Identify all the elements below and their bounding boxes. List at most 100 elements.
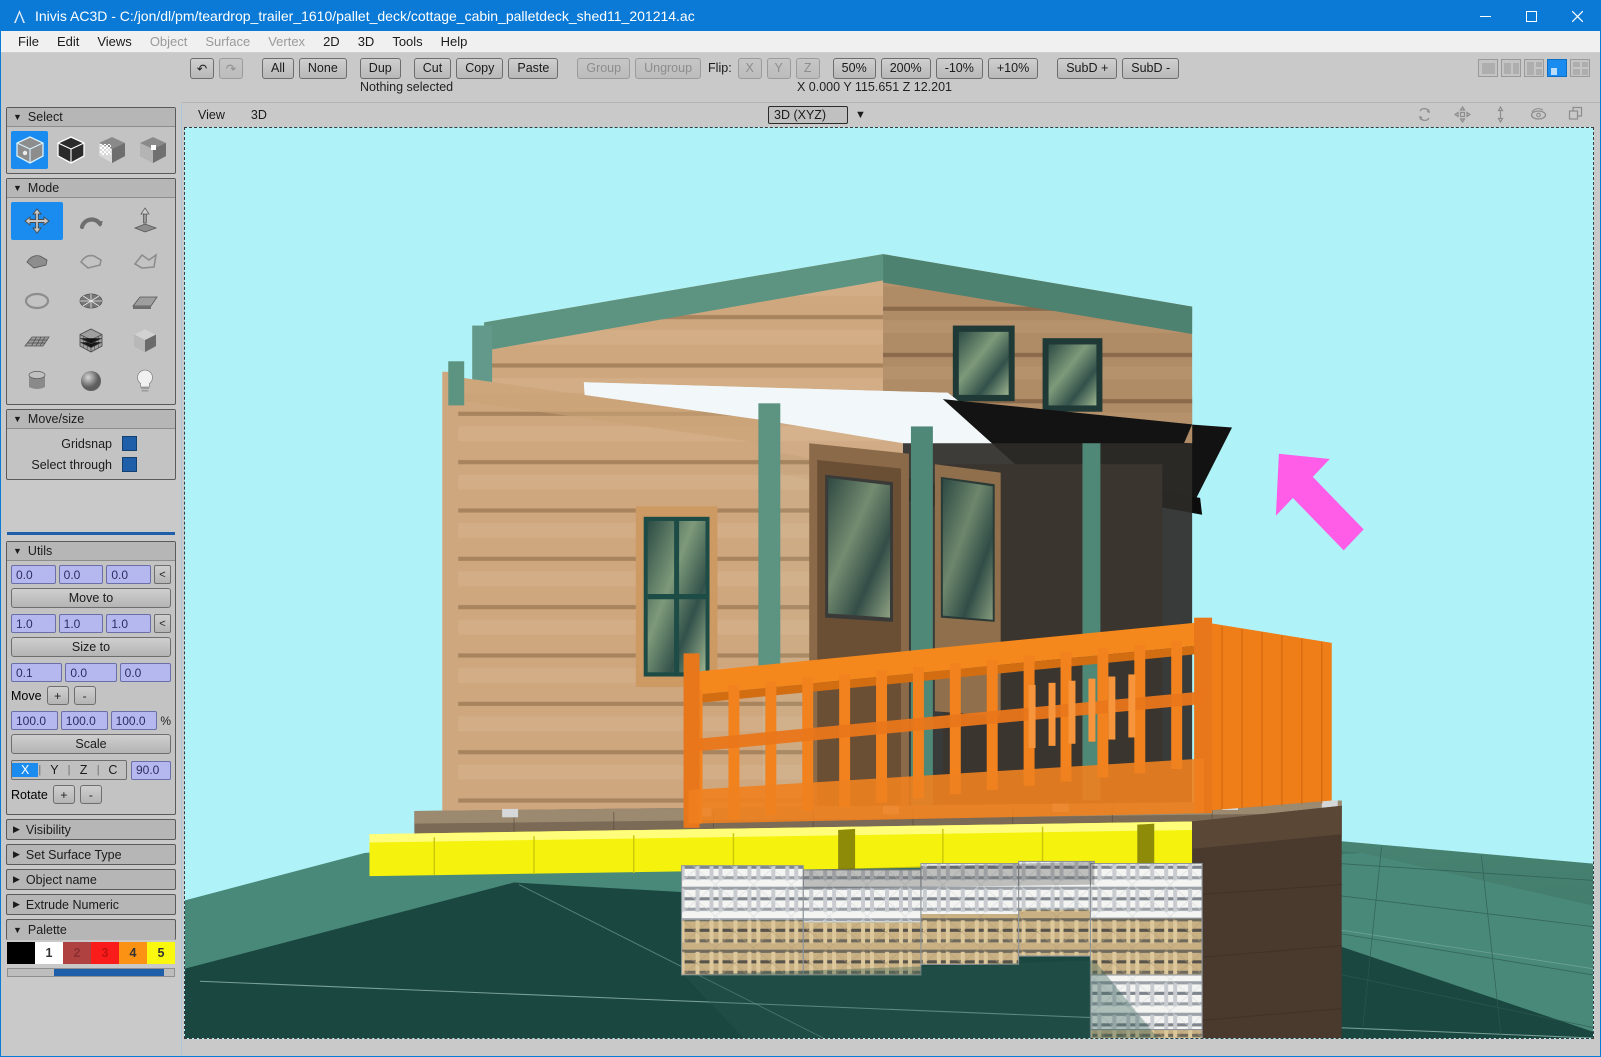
layout-split-vertical-button[interactable]	[1501, 59, 1521, 77]
layout-quad-button[interactable]	[1570, 59, 1590, 77]
menu-tools[interactable]: Tools	[383, 32, 431, 51]
duplicate-button[interactable]: Dup	[360, 58, 401, 79]
size-to-button[interactable]: Size to	[11, 637, 171, 657]
size-to-z-field[interactable]: 1.0	[106, 614, 151, 633]
zoom-plus-10-button[interactable]: +10%	[988, 58, 1038, 79]
rotate-angle-field[interactable]: 90.0	[131, 761, 171, 780]
scale-button[interactable]: Scale	[11, 734, 171, 754]
move-tool-icon[interactable]	[11, 202, 63, 240]
cut-button[interactable]: Cut	[414, 58, 451, 79]
mode-panel-header[interactable]: ▼ Mode	[7, 179, 175, 198]
extrude-tool-icon[interactable]	[119, 202, 171, 240]
zoom-50-button[interactable]: 50%	[833, 58, 876, 79]
polyline-tool-icon[interactable]	[119, 242, 171, 280]
palette-scrollbar-thumb[interactable]	[54, 969, 164, 976]
scale-y-field[interactable]: 100.0	[61, 711, 108, 730]
menu-edit[interactable]: Edit	[48, 32, 88, 51]
select-none-button[interactable]: None	[299, 58, 347, 79]
menu-3d[interactable]: 3D	[349, 32, 384, 51]
viewport-3d-canvas[interactable]	[184, 127, 1594, 1039]
subdivide-cube-icon[interactable]	[65, 322, 117, 360]
utils-panel-header[interactable]: ▼ Utils	[7, 542, 175, 561]
visibility-panel-header[interactable]: ▶ Visibility	[6, 819, 176, 840]
size-to-x-field[interactable]: 1.0	[11, 614, 56, 633]
rotate-axis-c[interactable]: C	[100, 763, 126, 777]
select-surface-icon[interactable]	[52, 131, 89, 169]
move-to-pick-button[interactable]: <	[154, 565, 171, 584]
move-delta-y-field[interactable]: 0.0	[65, 663, 116, 682]
zoom-minus-10-button[interactable]: -10%	[936, 58, 983, 79]
select-through-checkbox[interactable]	[122, 457, 137, 472]
move-to-button[interactable]: Move to	[11, 588, 171, 608]
disc-tool-icon[interactable]	[65, 282, 117, 320]
move-minus-button[interactable]: -	[74, 686, 96, 705]
rotate-minus-button[interactable]: -	[80, 785, 102, 804]
orbit-icon[interactable]	[1415, 105, 1434, 124]
palette-swatch-3[interactable]: 3	[91, 942, 119, 964]
rotate-axis-z[interactable]: Z	[70, 763, 96, 777]
minimize-button[interactable]	[1462, 1, 1508, 31]
scale-z-field[interactable]: 100.0	[111, 711, 158, 730]
move-plus-button[interactable]: +	[47, 686, 69, 705]
surface-bend-icon[interactable]	[11, 242, 63, 280]
move-to-z-field[interactable]: 0.0	[106, 565, 151, 584]
set-surface-type-panel-header[interactable]: ▶ Set Surface Type	[6, 844, 176, 865]
select-object-icon[interactable]	[11, 131, 48, 169]
menu-help[interactable]: Help	[432, 32, 477, 51]
cylinder-tool-icon[interactable]	[11, 362, 63, 400]
undo-button[interactable]: ↶	[190, 58, 214, 79]
light-tool-icon[interactable]	[119, 362, 171, 400]
select-all-button[interactable]: All	[262, 58, 294, 79]
eye-visibility-icon[interactable]	[1529, 105, 1548, 124]
select-panel-header[interactable]: ▼ Select	[7, 108, 175, 127]
menu-2d[interactable]: 2D	[314, 32, 349, 51]
viewport-menu-3d[interactable]: 3D	[237, 108, 279, 122]
select-group-icon[interactable]	[134, 131, 171, 169]
maximize-viewport-icon[interactable]	[1567, 105, 1586, 124]
rotate-plus-button[interactable]: +	[53, 785, 75, 804]
palette-scrollbar[interactable]	[7, 968, 175, 977]
subd-plus-button[interactable]: SubD +	[1057, 58, 1117, 79]
palette-swatch-5[interactable]: 5	[147, 942, 175, 964]
paste-button[interactable]: Paste	[508, 58, 558, 79]
scale-x-field[interactable]: 100.0	[11, 711, 58, 730]
palette-swatch-4[interactable]: 4	[119, 942, 147, 964]
circle-tool-icon[interactable]	[11, 282, 63, 320]
rotate-tool-icon[interactable]	[65, 202, 117, 240]
zoom-icon[interactable]	[1491, 105, 1510, 124]
move-delta-x-field[interactable]: 0.1	[11, 663, 62, 682]
palette-panel-header[interactable]: ▼ Palette	[6, 919, 176, 940]
close-button[interactable]	[1554, 1, 1600, 31]
object-name-panel-header[interactable]: ▶ Object name	[6, 869, 176, 890]
move-delta-z-field[interactable]: 0.0	[120, 663, 171, 682]
rotate-axis-selector[interactable]: X | Y | Z | C	[11, 760, 127, 780]
plane-tool-icon[interactable]	[119, 282, 171, 320]
maximize-button[interactable]	[1508, 1, 1554, 31]
scene-render[interactable]	[185, 128, 1593, 1038]
subd-minus-button[interactable]: SubD -	[1122, 58, 1179, 79]
rotate-axis-y[interactable]: Y	[41, 763, 67, 777]
palette-swatch-0[interactable]	[7, 942, 35, 964]
layout-main-corner-button[interactable]	[1547, 59, 1567, 77]
chevron-down-icon[interactable]: ▼	[855, 109, 866, 121]
viewport-menu-view[interactable]: View	[184, 108, 237, 122]
select-vertex-icon[interactable]	[93, 131, 130, 169]
layout-three-pane-button[interactable]	[1524, 59, 1544, 77]
cube-tool-icon[interactable]	[119, 322, 171, 360]
copy-button[interactable]: Copy	[456, 58, 503, 79]
pan-icon[interactable]	[1453, 105, 1472, 124]
size-to-pick-button[interactable]: <	[154, 614, 171, 633]
move-to-y-field[interactable]: 0.0	[59, 565, 104, 584]
palette-swatch-1[interactable]: 1	[35, 942, 63, 964]
projection-selector[interactable]: 3D (XYZ) ▼	[768, 106, 866, 124]
zoom-200-button[interactable]: 200%	[881, 58, 931, 79]
gridsnap-checkbox[interactable]	[122, 436, 137, 451]
rotate-axis-x[interactable]: X	[12, 763, 38, 777]
grid-tool-icon[interactable]	[11, 322, 63, 360]
palette-swatch-2[interactable]: 2	[63, 942, 91, 964]
move-size-panel-header[interactable]: ▼ Move/size	[7, 410, 175, 429]
sphere-tool-icon[interactable]	[65, 362, 117, 400]
size-to-y-field[interactable]: 1.0	[59, 614, 104, 633]
projection-value[interactable]: 3D (XYZ)	[768, 106, 848, 124]
layout-single-button[interactable]	[1478, 59, 1498, 77]
